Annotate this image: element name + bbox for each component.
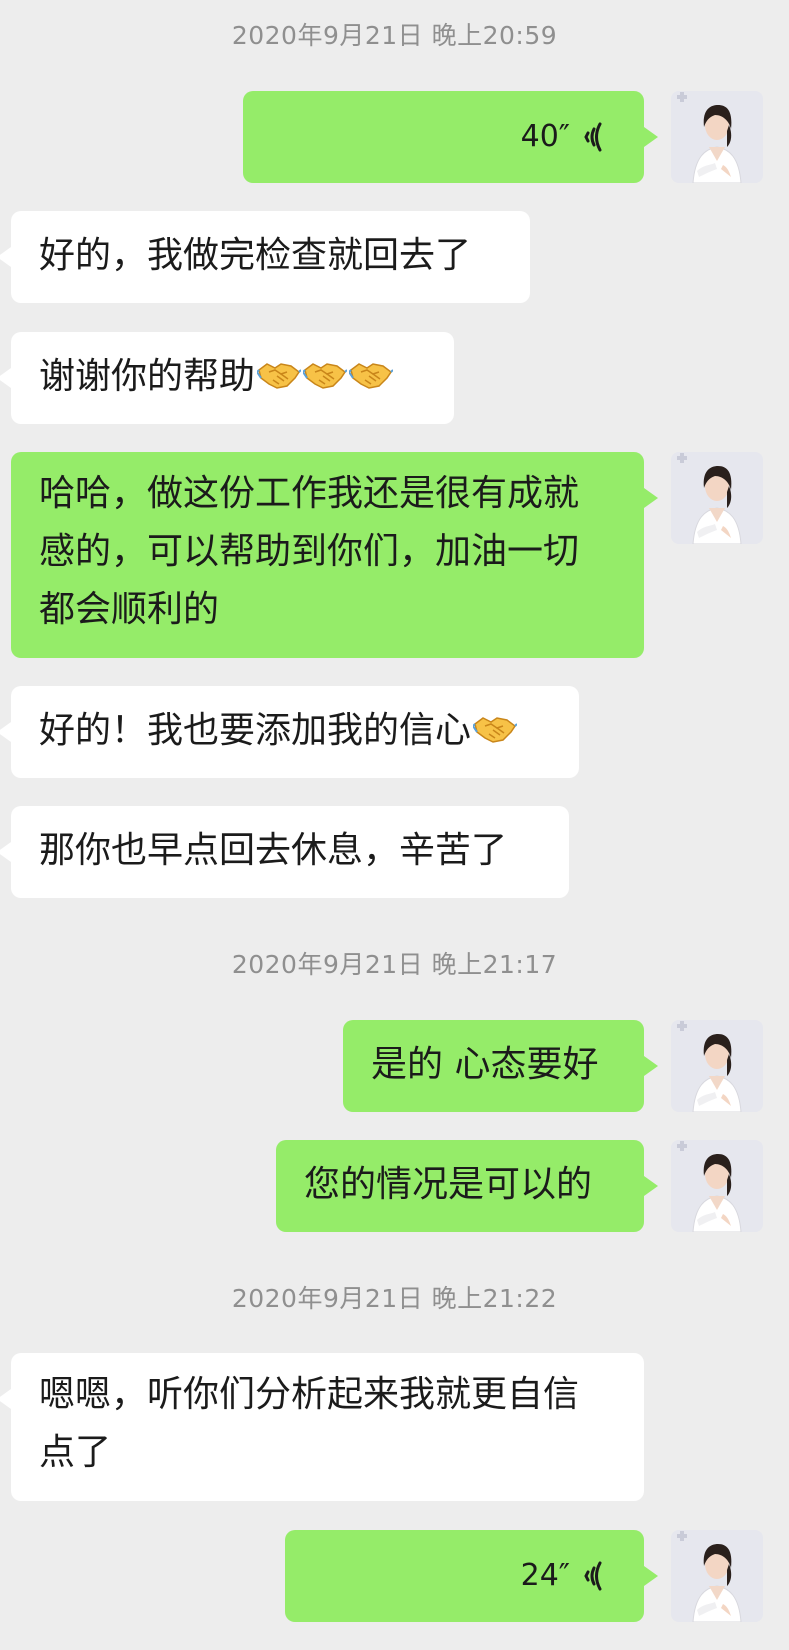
message-bubble[interactable]: 哈哈，做这份工作我还是很有成就 感的，可以帮助到你们，加油一切 都会顺利的 <box>11 452 658 658</box>
avatar[interactable] <box>671 1020 763 1112</box>
message-bubble[interactable]: 您的情况是可以的 <box>276 1140 658 1232</box>
handshake-emoji <box>349 358 393 392</box>
message-text: 是的 心态要好 <box>371 1044 599 1085</box>
message-bubble[interactable]: 那你也早点回去休息，辛苦了 <box>0 806 569 898</box>
message-bubble[interactable]: 是的 心态要好 <box>343 1020 658 1112</box>
avatar[interactable] <box>671 1140 763 1232</box>
timestamp: 2020年9月21日 晚上20:59 <box>231 21 558 50</box>
voice-wave-icon <box>580 120 610 154</box>
avatar[interactable] <box>671 1530 763 1622</box>
voice-message[interactable]: 24″ <box>285 1530 658 1622</box>
message-bubble[interactable]: 谢谢你的帮助 <box>0 332 454 424</box>
message-text: 谢谢你的帮助 <box>39 356 256 397</box>
voice-duration: 40″ <box>520 119 570 154</box>
message-text-line: 感的，可以帮助到你们，加油一切 <box>39 531 580 572</box>
message-text-line: 嗯嗯，听你们分析起来我就更自信 <box>39 1374 580 1415</box>
handshake-emoji <box>473 712 517 746</box>
chat-thread[interactable]: 2020年9月21日 晚上20:59 40″ 好的，我做完检查就回去了 谢谢你的… <box>0 0 789 1650</box>
message-text: 好的！我也要添加我的信心 <box>39 710 472 751</box>
voice-message[interactable]: 40″ <box>243 91 658 183</box>
message-text-line: 都会顺利的 <box>39 589 220 630</box>
handshake-emoji <box>257 358 301 392</box>
voice-wave-icon <box>580 1559 610 1593</box>
voice-duration: 24″ <box>520 1558 570 1593</box>
message-text: 那你也早点回去休息，辛苦了 <box>39 830 508 871</box>
message-text: 好的，我做完检查就回去了 <box>39 235 472 276</box>
message-bubble[interactable]: 嗯嗯，听你们分析起来我就更自信 点了 <box>0 1353 644 1501</box>
avatar[interactable] <box>671 452 763 544</box>
message-text-line: 哈哈，做这份工作我还是很有成就 <box>39 473 580 514</box>
handshake-emoji <box>303 358 347 392</box>
message-bubble[interactable]: 好的，我做完检查就回去了 <box>0 211 530 303</box>
avatar[interactable] <box>671 91 763 183</box>
message-bubble[interactable]: 好的！我也要添加我的信心 <box>0 686 579 778</box>
message-text-line: 点了 <box>39 1432 112 1473</box>
message-text: 您的情况是可以的 <box>304 1164 593 1205</box>
timestamp: 2020年9月21日 晚上21:22 <box>231 1284 558 1313</box>
timestamp: 2020年9月21日 晚上21:17 <box>231 950 558 979</box>
